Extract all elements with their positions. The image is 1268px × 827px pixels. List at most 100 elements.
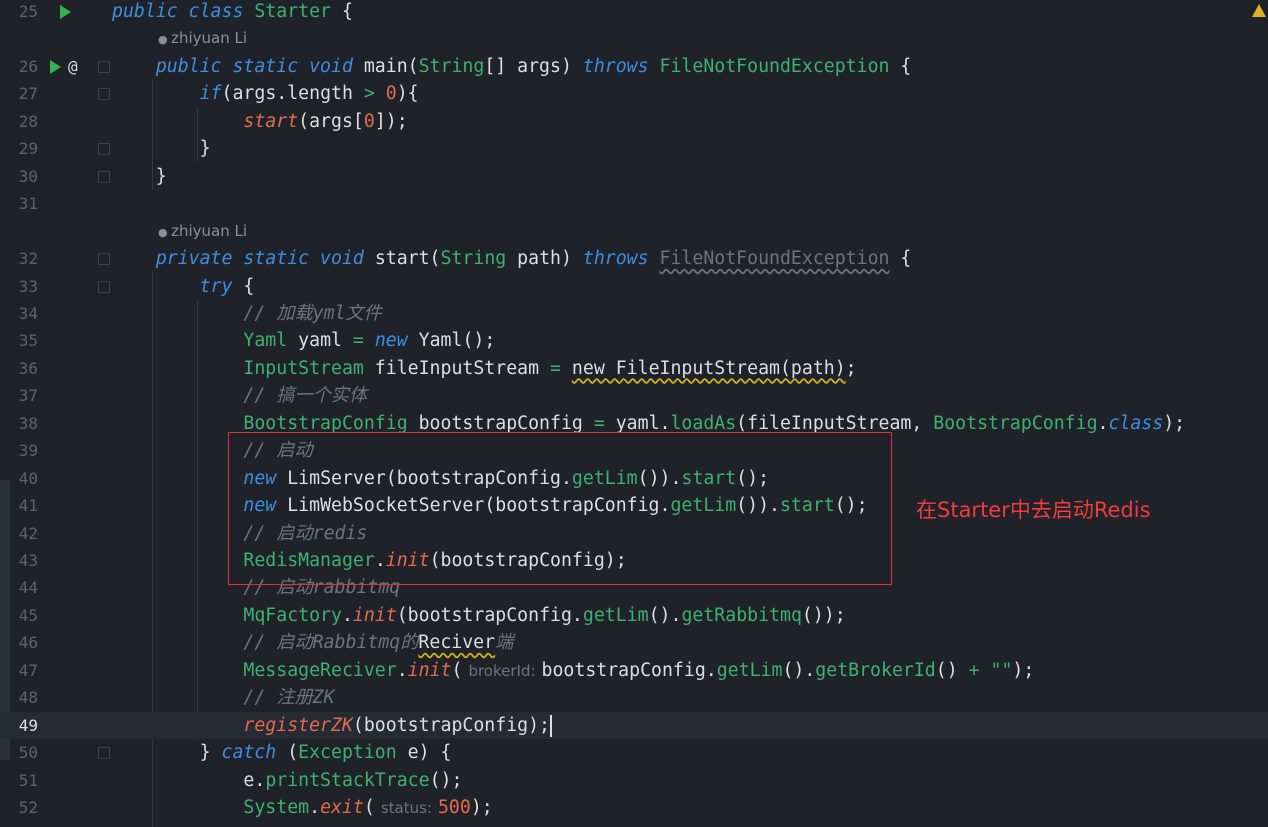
code-line[interactable]: 52 System.exit(status: 500); xyxy=(0,794,1268,821)
run-icon[interactable] xyxy=(60,5,71,19)
code-token: // 搞一个实体 xyxy=(243,385,368,407)
line-number[interactable]: 39 xyxy=(0,437,38,464)
code-token: e. xyxy=(112,769,266,791)
code-line[interactable]: 34 // 加载yml文件 xyxy=(0,300,1268,327)
line-number[interactable]: 32 xyxy=(0,245,38,272)
run-icon[interactable] xyxy=(50,59,61,74)
code-token: + xyxy=(968,659,980,681)
code-line[interactable]: 35 Yaml yaml = new Yaml(); xyxy=(0,327,1268,354)
fold-icon[interactable] xyxy=(98,143,110,156)
code-token: () xyxy=(935,659,969,681)
line-number[interactable]: 52 xyxy=(0,794,38,821)
parameter-hint: status: xyxy=(380,799,432,818)
line-number[interactable]: 38 xyxy=(0,410,38,437)
line-number[interactable]: 51 xyxy=(0,767,38,794)
code-text: // 注册ZK xyxy=(112,684,334,711)
author-hint[interactable]: ● zhiyuan Li xyxy=(158,25,247,53)
code-line[interactable]: 49 registerZK(bootstrapConfig); xyxy=(0,711,1268,740)
code-line[interactable]: 36 InputStream fileInputStream = new Fil… xyxy=(0,355,1268,382)
author-hint[interactable]: ● zhiyuan Li xyxy=(158,218,247,246)
line-number[interactable]: 34 xyxy=(0,300,38,327)
code-line[interactable]: 47 MessageReciver.init(brokerId: bootstra… xyxy=(0,657,1268,684)
code-line[interactable]: 48 // 注册ZK xyxy=(0,684,1268,711)
line-number[interactable]: 48 xyxy=(0,684,38,711)
code-token: registerZK xyxy=(243,714,353,736)
line-number[interactable]: 36 xyxy=(0,355,38,382)
line-number[interactable]: 33 xyxy=(0,273,38,300)
code-line[interactable]: 46 // 启动Rabbitmq的Reciver端 xyxy=(0,629,1268,656)
fold-icon[interactable] xyxy=(98,60,110,73)
code-line[interactable]: 26 @ public static void main(String[] arg… xyxy=(0,53,1268,80)
line-number[interactable]: 49 xyxy=(0,712,38,739)
code-text: System.exit(status: 500); xyxy=(112,794,493,822)
code-line[interactable]: 33 try { xyxy=(0,273,1268,300)
line-number[interactable]: 35 xyxy=(0,327,38,354)
code-line[interactable]: 25 public class Starter { xyxy=(0,0,1268,25)
code-token: ); xyxy=(470,797,493,819)
fold-icon[interactable] xyxy=(98,88,110,101)
fold-icon[interactable] xyxy=(98,170,110,183)
code-line[interactable]: 45 MqFactory.init(bootstrapConfig.getLim… xyxy=(0,602,1268,629)
line-number[interactable]: 41 xyxy=(0,492,38,519)
user-icon: ● xyxy=(158,33,172,47)
code-text: // 启动Rabbitmq的Reciver端 xyxy=(112,629,513,656)
line-number[interactable]: 29 xyxy=(0,135,38,162)
line-number[interactable]: 31 xyxy=(0,190,38,217)
line-number[interactable]: 46 xyxy=(0,629,38,656)
code-line[interactable]: 30 } xyxy=(0,163,1268,190)
code-text: try { xyxy=(112,273,255,300)
line-number[interactable]: 30 xyxy=(0,163,38,190)
warning-icon[interactable] xyxy=(1252,4,1266,17)
code-token: FileNotFoundException xyxy=(659,55,890,77)
code-line[interactable]: 50 } catch (Exception e) { xyxy=(0,739,1268,766)
code-token: ); xyxy=(1163,412,1186,434)
code-text: // 搞一个实体 xyxy=(112,382,367,409)
code-token: (); xyxy=(429,769,463,791)
override-icon[interactable]: @ xyxy=(68,53,78,80)
code-line[interactable]: 32 private static void start(String path… xyxy=(0,245,1268,272)
line-number[interactable]: 44 xyxy=(0,574,38,601)
code-text: } catch (Exception e) { xyxy=(112,739,452,766)
code-token: ( xyxy=(451,659,463,681)
code-token: = xyxy=(550,357,561,379)
code-token: ); xyxy=(1012,659,1035,681)
fold-icon[interactable] xyxy=(98,253,110,266)
code-token: (args[ xyxy=(298,110,364,132)
code-line[interactable]: 28 start(args[0]); xyxy=(0,108,1268,135)
code-token: Starter xyxy=(254,1,332,22)
line-number[interactable]: 40 xyxy=(0,465,38,492)
code-line[interactable]: 31 xyxy=(0,190,1268,217)
code-token: (bootstrapConfig); xyxy=(352,714,551,736)
line-number[interactable]: 26 xyxy=(0,53,38,80)
fold-icon[interactable] xyxy=(98,280,110,293)
code-token: (fileInputStream, xyxy=(736,412,934,434)
line-number[interactable]: 50 xyxy=(0,739,38,766)
line-number[interactable]: 47 xyxy=(0,657,38,684)
line-number[interactable]: 25 xyxy=(0,0,38,25)
code-text: Yaml yaml = new Yaml(); xyxy=(112,327,495,354)
fold-icon[interactable] xyxy=(98,747,110,760)
code-token: try xyxy=(199,275,233,297)
line-number[interactable]: 28 xyxy=(0,108,38,135)
code-line[interactable]: 37 // 搞一个实体 xyxy=(0,382,1268,409)
code-token: new xyxy=(374,330,419,352)
code-token: yaml xyxy=(287,330,353,352)
line-number[interactable]: 45 xyxy=(0,602,38,629)
code-token: yaml. xyxy=(604,412,671,434)
line-number[interactable]: 37 xyxy=(0,382,38,409)
code-line[interactable]: 27 if(args.length > 0){ xyxy=(0,80,1268,107)
line-number[interactable]: 42 xyxy=(0,520,38,547)
line-number[interactable]: 43 xyxy=(0,547,38,574)
code-token: 500 xyxy=(437,797,471,819)
code-token: (). xyxy=(782,659,816,681)
code-text: registerZK(bootstrapConfig); xyxy=(112,712,553,739)
line-number[interactable]: 27 xyxy=(0,80,38,107)
code-line[interactable]: 29 } xyxy=(0,135,1268,162)
code-line[interactable]: 51 e.printStackTrace(); xyxy=(0,767,1268,794)
